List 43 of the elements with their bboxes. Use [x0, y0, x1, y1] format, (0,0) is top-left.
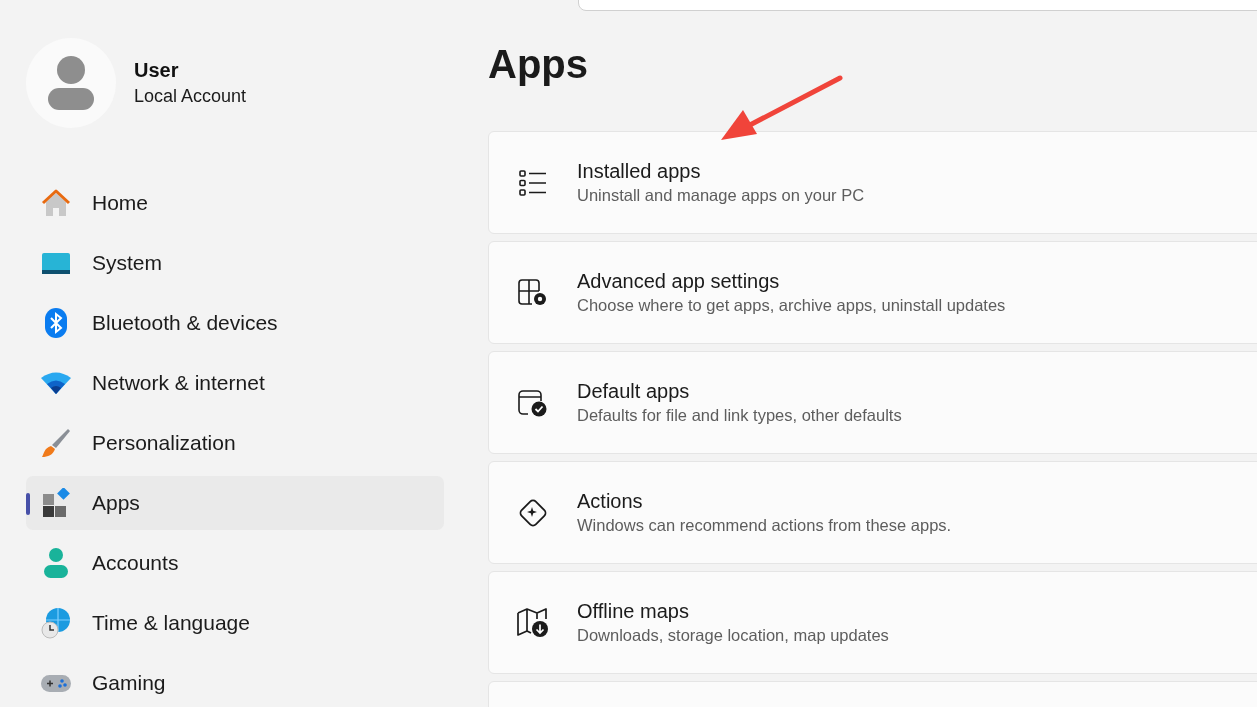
- selection-indicator: [26, 493, 30, 515]
- card-description: Choose where to get apps, archive apps, uninstall updates: [577, 296, 1006, 315]
- account-type: Local Account: [134, 86, 247, 107]
- person-icon: [43, 547, 69, 579]
- nav-item[interactable]: Home: [26, 176, 444, 230]
- apps-icon: [41, 488, 71, 518]
- paintbrush-icon: [40, 427, 72, 459]
- globe-clock-icon: [40, 607, 72, 639]
- card-title: Default apps: [577, 380, 691, 403]
- monitor-icon: [41, 251, 71, 275]
- wifi-icon: [40, 371, 72, 395]
- window-check-icon: [518, 388, 548, 417]
- card-title: Offline maps: [577, 600, 690, 623]
- home-icon: [40, 187, 72, 219]
- card-description: Defaults for file and link types, other defaults: [577, 406, 902, 425]
- nav-item[interactable]: Personalization: [26, 416, 444, 470]
- map-download-icon: [517, 607, 549, 638]
- list-icon: [519, 169, 547, 196]
- settings-card[interactable]: Advanced app settings Choose where to get apps, archive apps, uninstall updates: [488, 241, 1257, 344]
- card-description: Downloads, storage location, map updates: [577, 626, 889, 645]
- person-icon: [48, 56, 94, 110]
- nav-item[interactable]: System: [26, 236, 444, 290]
- nav-item[interactable]: Network & internet: [26, 356, 444, 410]
- card-description: Windows can recommend actions from these apps.: [577, 516, 952, 535]
- nav-item[interactable]: Bluetooth & devices: [26, 296, 444, 350]
- nav-item[interactable]: Apps: [26, 476, 444, 530]
- page-title: Apps: [488, 41, 589, 88]
- sparkle-diamond-icon: [518, 497, 548, 528]
- window-gear-icon: [518, 278, 548, 307]
- card-title: Advanced app settings: [577, 270, 781, 293]
- settings-card[interactable]: Installed apps Uninstall and manage apps on your PC: [488, 131, 1257, 234]
- settings-card[interactable]: Actions Windows can recommend actions from these apps.: [488, 461, 1257, 564]
- gamepad-icon: [40, 672, 72, 694]
- bluetooth-icon: [44, 307, 68, 339]
- account-name: User: [134, 59, 180, 82]
- nav-item[interactable]: Time & language: [26, 596, 444, 650]
- card-description: Uninstall and manage apps on your PC: [577, 186, 865, 205]
- card-title: Installed apps: [577, 160, 702, 183]
- card-title: Actions: [577, 490, 644, 513]
- settings-card[interactable]: Default apps Defaults for file and link types, other defaults: [488, 351, 1257, 454]
- nav-item[interactable]: Gaming: [26, 656, 444, 707]
- nav-item[interactable]: Accounts: [26, 536, 444, 590]
- settings-card[interactable]: Offline maps Downloads, storage location, map updates: [488, 571, 1257, 674]
